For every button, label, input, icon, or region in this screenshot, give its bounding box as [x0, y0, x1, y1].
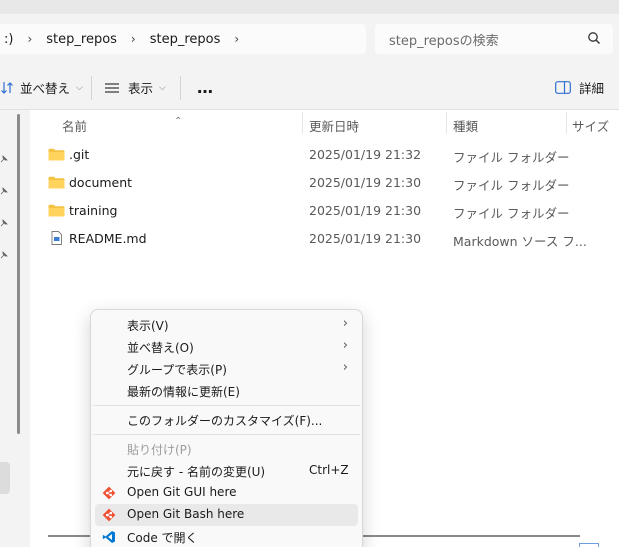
- menu-item-open-git-bash[interactable]: Open Git Bash here: [95, 504, 358, 526]
- toolbar-divider: [180, 75, 181, 100]
- menu-item-group-by[interactable]: グループで表示(P) ›: [95, 358, 358, 380]
- menu-item-sort[interactable]: 並べ替え(O) ›: [95, 336, 358, 358]
- menu-item-label: 元に戻す - 名前の変更(U): [127, 465, 266, 479]
- file-date: 2025/01/19 21:32: [309, 147, 422, 162]
- menu-item-view[interactable]: 表示(V) ›: [95, 314, 358, 336]
- column-header-size[interactable]: サイズ: [572, 116, 609, 135]
- menu-item-label: 表示(V): [127, 319, 169, 333]
- column-header-date[interactable]: 更新日時: [309, 116, 359, 135]
- search-icon: [588, 32, 600, 44]
- menu-item-customize-folder[interactable]: このフォルダーのカスタマイズ(F)...: [95, 409, 358, 431]
- search-input[interactable]: step_reposの検索: [375, 24, 613, 54]
- details-label: 詳細: [579, 81, 605, 96]
- file-type: ファイル フォルダー: [453, 206, 570, 221]
- view-label: 表示: [128, 81, 154, 96]
- vscode-icon: [102, 531, 115, 543]
- menu-item-label: グループで表示(P): [127, 363, 227, 377]
- column-divider[interactable]: [446, 112, 447, 134]
- menu-item-label: 最新の情報に更新(E): [127, 385, 240, 399]
- address-bar[interactable]: :) › step_repos › step_repos ›: [0, 24, 366, 54]
- column-divider[interactable]: [302, 112, 303, 134]
- git-icon: [102, 508, 116, 522]
- context-menu: 表示(V) › 並べ替え(O) › グループで表示(P) › 最新の情報に更新(…: [90, 309, 363, 547]
- chevron-right-icon[interactable]: ›: [125, 32, 142, 46]
- pin-icon[interactable]: [0, 155, 8, 163]
- file-date: 2025/01/19 21:30: [309, 231, 422, 246]
- toolbar-divider: [91, 75, 92, 100]
- menu-item-paste[interactable]: 貼り付け(P): [95, 438, 358, 460]
- menu-separator: [93, 434, 360, 435]
- menu-separator: [93, 405, 360, 406]
- view-button[interactable]: 表示 ⌵: [104, 73, 166, 103]
- sort-label: 並べ替え: [20, 81, 71, 96]
- breadcrumb-drive[interactable]: :): [0, 32, 21, 47]
- sort-icon: [1, 81, 13, 94]
- more-options-button[interactable]: …: [197, 73, 214, 103]
- file-row[interactable]: .git 2025/01/19 21:32 ファイル フォルダー: [30, 141, 619, 169]
- pin-icon[interactable]: [0, 219, 8, 227]
- file-row[interactable]: document 2025/01/19 21:30 ファイル フォルダー: [30, 169, 619, 197]
- chevron-right-icon: ›: [342, 338, 348, 353]
- sidebar-scrollbar[interactable]: [17, 114, 20, 434]
- sort-ascending-icon: ⌃: [174, 116, 183, 127]
- chevron-down-icon: ⌵: [76, 82, 83, 93]
- menu-item-open-with-code[interactable]: Code で開く: [95, 526, 358, 547]
- search-placeholder: step_reposの検索: [389, 33, 499, 49]
- folder-icon: [48, 148, 65, 161]
- chevron-right-icon[interactable]: ›: [228, 32, 245, 46]
- address-row: :) › step_repos › step_repos › step_repo…: [0, 14, 619, 66]
- file-name: document: [69, 175, 133, 190]
- more-options-icon: …: [197, 78, 214, 97]
- sidebar-selected-item[interactable]: [0, 462, 10, 494]
- pin-icon[interactable]: [0, 251, 8, 259]
- file-date: 2025/01/19 21:30: [309, 203, 422, 218]
- column-divider[interactable]: [566, 112, 567, 134]
- details-pane-icon: [555, 81, 571, 94]
- window-top-strip: [0, 0, 619, 14]
- menu-item-label: Open Git GUI here: [127, 485, 237, 499]
- column-header-name[interactable]: 名前: [62, 116, 87, 135]
- file-name: README.md: [69, 231, 147, 246]
- menu-item-open-git-gui[interactable]: Open Git GUI here: [95, 482, 358, 504]
- chevron-down-icon: ⌵: [159, 82, 166, 93]
- git-icon: [102, 486, 116, 500]
- file-row[interactable]: README.md 2025/01/19 21:30 Markdown ソース …: [30, 225, 619, 253]
- breadcrumb-step-repos-parent[interactable]: step_repos: [38, 32, 125, 47]
- navigation-pane: [0, 110, 28, 547]
- file-type: Markdown ソース フ...: [453, 234, 587, 249]
- sort-button[interactable]: 並べ替え ⌵: [0, 73, 83, 103]
- breadcrumb-step-repos[interactable]: step_repos: [142, 32, 229, 47]
- menu-item-label: 並べ替え(O): [127, 341, 194, 355]
- details-pane-button[interactable]: 詳細: [555, 73, 604, 103]
- chevron-right-icon[interactable]: ›: [21, 32, 38, 46]
- chevron-right-icon: ›: [342, 360, 348, 375]
- folder-icon: [48, 204, 65, 217]
- file-row[interactable]: training 2025/01/19 21:30 ファイル フォルダー: [30, 197, 619, 225]
- column-header-type[interactable]: 種類: [453, 116, 478, 135]
- view-list-icon: [105, 82, 119, 93]
- file-type: ファイル フォルダー: [453, 150, 570, 165]
- menu-item-refresh[interactable]: 最新の情報に更新(E): [95, 380, 358, 402]
- folder-icon: [48, 176, 65, 189]
- file-name: training: [69, 203, 118, 218]
- command-bar: 並べ替え ⌵ 表示 ⌵ … 詳細: [0, 66, 619, 110]
- column-header-row: ⌃ 名前 更新日時 種類 サイズ: [30, 110, 619, 136]
- menu-item-label: Code で開く: [127, 531, 198, 545]
- view-toggle-icon[interactable]: [579, 543, 599, 547]
- menu-item-shortcut: Ctrl+Z: [309, 463, 349, 477]
- file-type: ファイル フォルダー: [453, 178, 570, 193]
- file-date: 2025/01/19 21:30: [309, 175, 422, 190]
- menu-item-label: このフォルダーのカスタマイズ(F)...: [127, 414, 323, 428]
- chevron-right-icon: ›: [342, 316, 348, 331]
- menu-item-label: 貼り付け(P): [127, 443, 192, 457]
- pin-icon[interactable]: [0, 187, 8, 195]
- menu-item-undo-rename[interactable]: 元に戻す - 名前の変更(U) Ctrl+Z: [95, 460, 358, 482]
- menu-item-label: Open Git Bash here: [127, 507, 245, 521]
- markdown-file-icon: [51, 231, 62, 245]
- file-name: .git: [69, 147, 90, 162]
